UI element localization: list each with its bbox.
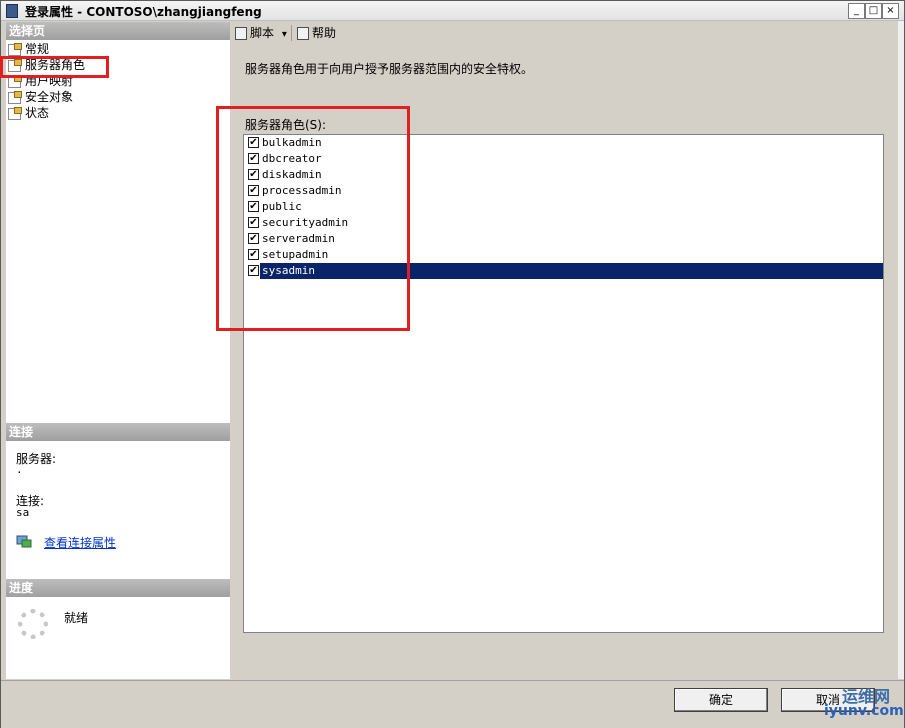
role-checkbox[interactable]: ✔ bbox=[248, 249, 259, 260]
nav-item-securables[interactable]: 安全对象 bbox=[8, 89, 73, 105]
role-name: public bbox=[262, 200, 302, 213]
server-roles-page: 服务器角色用于向用户授予服务器范围内的安全特权。 服务器角色(S): ✔ bulk… bbox=[231, 45, 898, 679]
role-checkbox[interactable]: ✔ bbox=[248, 153, 259, 164]
role-name: processadmin bbox=[262, 184, 342, 197]
role-name: diskadmin bbox=[262, 168, 322, 181]
page-icon bbox=[8, 42, 22, 56]
toolbar: 脚本 ▾ 帮助 bbox=[231, 22, 904, 45]
role-name: serveradmin bbox=[262, 232, 335, 245]
page-icon bbox=[8, 90, 22, 104]
role-row-bulkadmin[interactable]: ✔ bulkadmin bbox=[244, 135, 883, 151]
role-name: setupadmin bbox=[262, 248, 329, 261]
role-row-public[interactable]: ✔ public bbox=[244, 199, 883, 215]
role-row-diskadmin[interactable]: ✔ diskadmin bbox=[244, 167, 883, 183]
page-icon bbox=[8, 58, 22, 72]
minimize-button[interactable]: _ bbox=[848, 3, 865, 19]
script-button[interactable]: 脚本 ▾ bbox=[235, 25, 287, 41]
server-roles-label: 服务器角色(S): bbox=[245, 118, 327, 132]
role-checkbox[interactable]: ✔ bbox=[248, 233, 259, 244]
role-row-sysadmin[interactable]: ✔ sysadmin bbox=[244, 263, 883, 279]
role-row-serveradmin[interactable]: ✔ serveradmin bbox=[244, 231, 883, 247]
title-bar[interactable]: 登录属性 - CONTOSO\zhangjiangfeng _ □ × bbox=[1, 1, 904, 21]
progress-header: 进度 bbox=[6, 579, 230, 597]
role-row-setupadmin[interactable]: ✔ setupadmin bbox=[244, 247, 883, 263]
maximize-button[interactable]: □ bbox=[865, 3, 882, 19]
close-button[interactable]: × bbox=[882, 3, 899, 19]
nav-item-server-roles[interactable]: 服务器角色 bbox=[8, 57, 85, 73]
toolbar-separator bbox=[291, 25, 292, 41]
page-description: 服务器角色用于向用户授予服务器范围内的安全特权。 bbox=[245, 62, 534, 76]
role-name: dbcreator bbox=[262, 152, 322, 165]
help-button[interactable]: 帮助 bbox=[297, 25, 336, 41]
dropdown-arrow-icon: ▾ bbox=[281, 29, 287, 40]
role-name: securityadmin bbox=[262, 216, 349, 229]
nav-item-general[interactable]: 常规 bbox=[8, 41, 49, 57]
page-icon bbox=[8, 106, 22, 120]
login-properties-window: 登录属性 - CONTOSO\zhangjiangfeng _ □ × 选择页 … bbox=[0, 0, 905, 728]
server-roles-list[interactable]: ✔ bulkadmin ✔ dbcreator ✔ diskadmin ✔ proces… bbox=[243, 134, 884, 633]
role-checkbox[interactable]: ✔ bbox=[248, 169, 259, 180]
connection-value: sa bbox=[16, 506, 30, 519]
select-page-header: 选择页 bbox=[6, 22, 230, 40]
site-watermark-logo: 运维网 iyunv.com bbox=[820, 681, 905, 725]
page-icon bbox=[8, 74, 22, 88]
ok-button[interactable]: 确定 bbox=[674, 688, 768, 712]
role-row-dbcreator[interactable]: ✔ dbcreator bbox=[244, 151, 883, 167]
help-icon bbox=[297, 27, 309, 40]
progress-status: 就绪 bbox=[64, 611, 89, 625]
role-checkbox[interactable]: ✔ bbox=[248, 201, 259, 212]
watermark-url: iyunv.com bbox=[824, 703, 904, 719]
left-pane: 选择页 常规 服务器角色 用户映射 安全对象 状态 连接 服务器: . 连接: … bbox=[6, 22, 230, 679]
dialog-button-bar: 确定 取消 bbox=[1, 680, 904, 728]
role-checkbox[interactable]: ✔ bbox=[248, 217, 259, 228]
role-checkbox[interactable]: ✔ bbox=[248, 137, 259, 148]
connection-properties-icon[interactable] bbox=[16, 535, 32, 549]
script-icon bbox=[235, 27, 247, 40]
nav-item-status[interactable]: 状态 bbox=[8, 105, 49, 121]
nav-item-user-mapping[interactable]: 用户映射 bbox=[8, 73, 73, 89]
role-name: bulkadmin bbox=[262, 136, 322, 149]
server-value: . bbox=[16, 463, 23, 476]
background-window-edge bbox=[898, 21, 904, 679]
role-name: sysadmin bbox=[260, 263, 883, 279]
role-row-processadmin[interactable]: ✔ processadmin bbox=[244, 183, 883, 199]
role-checkbox[interactable]: ✔ bbox=[248, 265, 259, 276]
role-checkbox[interactable]: ✔ bbox=[248, 185, 259, 196]
window-icon bbox=[6, 4, 18, 18]
window-title: 登录属性 - CONTOSO\zhangjiangfeng bbox=[25, 5, 262, 19]
role-row-securityadmin[interactable]: ✔ securityadmin bbox=[244, 215, 883, 231]
view-connection-properties-link[interactable]: 查看连接属性 bbox=[44, 534, 116, 551]
connection-header: 连接 bbox=[6, 423, 230, 441]
progress-spinner-icon bbox=[18, 609, 48, 639]
